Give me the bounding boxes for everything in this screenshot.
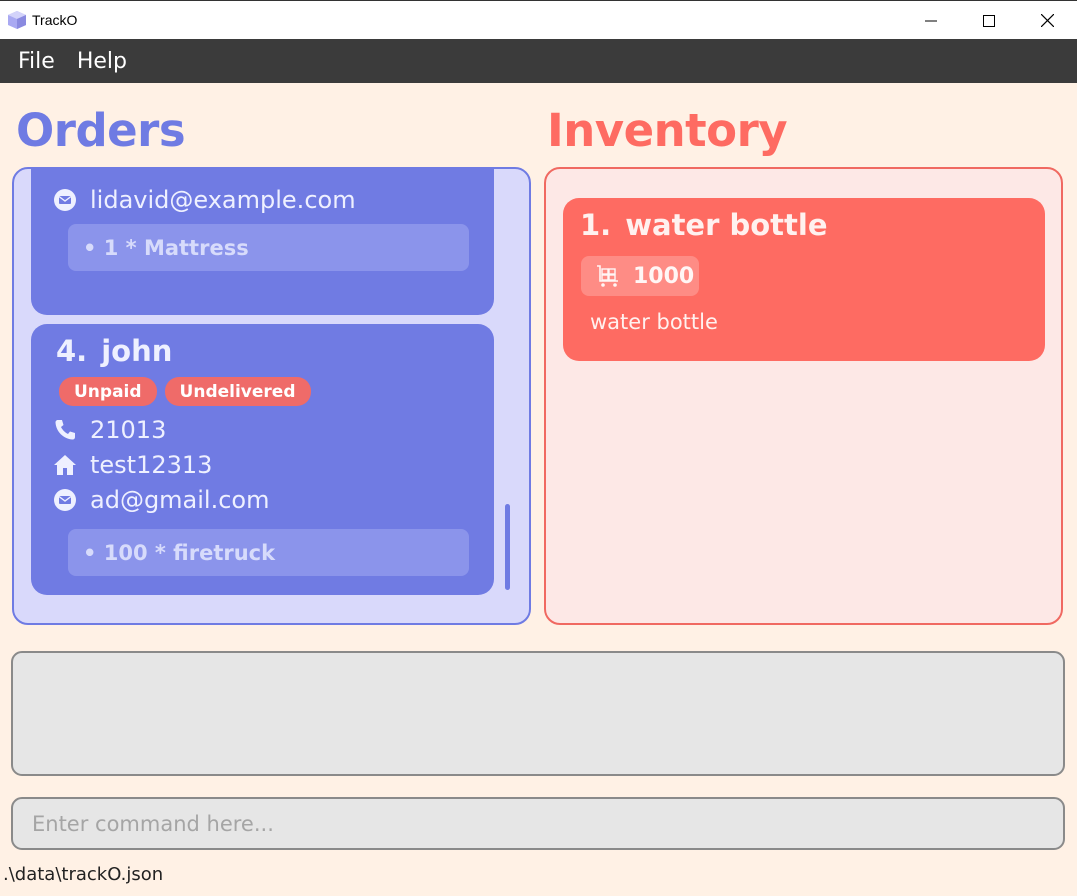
- status-bar-file-path: .\data\trackO.json: [3, 864, 164, 885]
- inventory-quantity: 1000: [633, 263, 695, 289]
- order-index: 4.: [56, 334, 88, 368]
- menu-file[interactable]: File: [0, 49, 67, 74]
- title-bar: TrackO: [0, 0, 1077, 39]
- command-input[interactable]: [13, 799, 1063, 848]
- status-badge-undelivered: Undelivered: [164, 377, 311, 406]
- minimize-button[interactable]: [902, 1, 960, 40]
- orders-heading: Orders: [16, 104, 186, 157]
- order-phone: 21013: [90, 416, 167, 444]
- quantity-badge: 1000: [581, 256, 699, 296]
- close-button[interactable]: [1018, 1, 1076, 40]
- close-icon: [1040, 14, 1054, 27]
- email-icon: [53, 188, 77, 212]
- order-item: • 100 * firetruck: [83, 540, 276, 565]
- maximize-button[interactable]: [960, 1, 1018, 40]
- maximize-icon: [983, 14, 995, 27]
- order-items: • 1 * Mattress: [68, 224, 469, 271]
- order-email: ad@gmail.com: [90, 486, 270, 514]
- cart-icon: [595, 263, 621, 289]
- order-email: lidavid@example.com: [90, 186, 356, 214]
- home-icon: [53, 453, 77, 477]
- inventory-description: water bottle: [590, 310, 718, 334]
- status-badge-unpaid: Unpaid: [59, 377, 157, 406]
- phone-row: 21013: [53, 416, 166, 444]
- order-address: test12313: [90, 451, 213, 479]
- email-row: ad@gmail.com: [53, 486, 269, 514]
- inventory-name: water bottle: [625, 208, 828, 242]
- address-row: test12313: [53, 451, 212, 479]
- menu-bar: File Help: [0, 39, 1077, 83]
- inventory-list-panel[interactable]: 1. water bottle 1000 water bottle: [544, 167, 1063, 625]
- order-items: • 100 * firetruck: [68, 529, 469, 576]
- orders-scrollbar[interactable]: [505, 504, 510, 590]
- menu-help[interactable]: Help: [67, 49, 139, 74]
- result-display[interactable]: [11, 651, 1065, 776]
- cube-icon: [7, 10, 27, 30]
- phone-icon: [53, 418, 77, 442]
- order-tags: Unpaid Undelivered: [59, 377, 311, 406]
- inventory-card[interactable]: 1. water bottle 1000 water bottle: [563, 198, 1045, 361]
- order-name: john: [101, 334, 173, 368]
- inventory-heading: Inventory: [547, 104, 788, 157]
- inventory-index: 1.: [580, 208, 612, 242]
- command-box: [11, 797, 1065, 850]
- orders-list-panel[interactable]: lidavid@example.com • 1 * Mattress 4. joh…: [12, 167, 531, 625]
- order-card[interactable]: 4. john Unpaid Undelivered 21013 test1231…: [31, 324, 494, 595]
- minimize-icon: [925, 20, 937, 21]
- email-row: lidavid@example.com: [53, 186, 356, 214]
- window-title: TrackO: [32, 12, 78, 28]
- email-icon: [53, 488, 77, 512]
- order-card[interactable]: lidavid@example.com • 1 * Mattress: [31, 169, 494, 315]
- order-item: • 1 * Mattress: [83, 235, 249, 260]
- order-title: 4. john: [56, 334, 172, 368]
- inventory-title: 1. water bottle: [580, 208, 828, 242]
